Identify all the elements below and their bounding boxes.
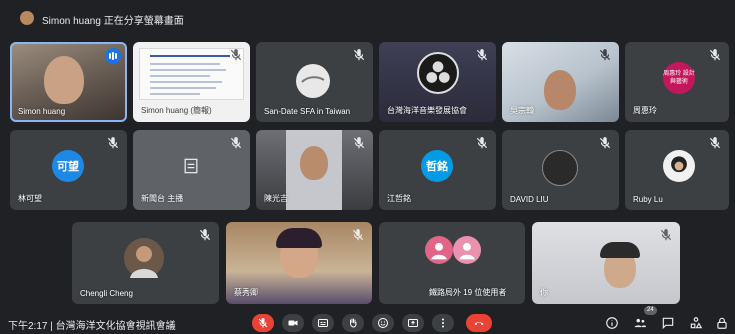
more-options-button[interactable] — [432, 314, 454, 332]
meeting-details-button[interactable] — [604, 315, 620, 331]
participant-name: Ruby Lu — [633, 195, 663, 204]
activities-button[interactable] — [688, 315, 704, 331]
participant-name: 吳宗翰 — [510, 106, 534, 115]
mic-off-icon — [352, 136, 366, 150]
participant-name: 鐵路局外 19 位使用者 — [429, 288, 507, 297]
participant-tile-slide[interactable]: Simon huang (簡報) — [133, 42, 250, 122]
raise-hand-button[interactable] — [342, 314, 364, 332]
end-call-icon — [474, 322, 484, 325]
participant-hair — [600, 242, 640, 258]
leave-call-button[interactable] — [466, 314, 492, 332]
activities-icon — [690, 317, 703, 329]
participant-tile-6[interactable]: 周惠玲 設計與藝術 周惠玲 — [625, 42, 729, 122]
group-avatar-2 — [453, 236, 481, 264]
participants-button[interactable] — [632, 315, 648, 331]
chat-icon — [662, 317, 674, 330]
participant-tile-ruby[interactable]: Ruby Lu — [625, 130, 729, 210]
mic-off-icon — [475, 136, 489, 150]
more-icon — [442, 318, 444, 328]
raise-hand-icon — [350, 318, 357, 328]
participant-tile-9[interactable]: 陳光吉 — [256, 130, 373, 210]
participant-video — [544, 70, 576, 110]
participant-name: 你 — [540, 288, 548, 297]
mic-off-icon — [352, 48, 366, 62]
participants-count-badge: 24 — [644, 306, 657, 315]
participant-name: 周惠玲 — [633, 106, 657, 115]
speaking-indicator-icon — [105, 48, 121, 64]
present-icon — [408, 319, 418, 327]
participant-avatar: 哲銘 — [421, 150, 453, 182]
emoji-icon — [378, 318, 388, 328]
camera-toggle-button[interactable] — [282, 314, 304, 332]
meeting-title: 台灣海洋文化協會視訊會議 — [55, 321, 176, 332]
participant-hair — [276, 228, 322, 248]
obs-logo — [417, 52, 459, 94]
meeting-controls-bar: 下午2:17 | 台灣海洋文化協會視訊會議 24 — [0, 306, 735, 334]
participant-face — [300, 146, 328, 180]
participant-avatar — [179, 154, 203, 178]
mic-off-icon — [229, 48, 243, 62]
present-button[interactable] — [402, 314, 424, 332]
participant-name: Simon huang (簡報) — [141, 106, 212, 115]
host-controls-button[interactable] — [714, 315, 730, 331]
mic-off-icon — [198, 228, 212, 242]
participant-avatar — [663, 150, 695, 182]
captions-button[interactable] — [312, 314, 334, 332]
camera-icon — [288, 320, 298, 326]
mic-off-icon — [351, 228, 365, 242]
mic-off-icon — [659, 228, 673, 242]
participant-name: 陳光吉 — [264, 194, 288, 203]
meeting-time: 下午2:17 — [8, 321, 48, 332]
presenter-bar: Simon huang 正在分享螢幕畫面 — [0, 0, 735, 40]
participant-tile-simon[interactable]: Simon huang — [10, 42, 127, 122]
participant-tile-sfa[interactable]: San-Date SFA in Taiwan — [256, 42, 373, 122]
participant-avatar: 周惠玲 設計與藝術 — [663, 62, 695, 94]
meeting-info: 下午2:17 | 台灣海洋文化協會視訊會議 — [8, 317, 176, 332]
mic-off-icon — [708, 48, 722, 62]
participant-tile-chengli[interactable]: Chengli Cheng — [72, 222, 219, 304]
mic-toggle-button[interactable] — [252, 314, 274, 332]
participant-video — [44, 56, 84, 104]
participant-name: 蔡秀卿 — [234, 288, 258, 297]
mic-off-icon — [475, 48, 489, 62]
chat-button[interactable] — [660, 315, 676, 331]
mic-off-icon — [708, 136, 722, 150]
participant-name: San-Date SFA in Taiwan — [264, 107, 351, 116]
participant-name: 新聞台 主播 — [141, 194, 184, 203]
people-icon — [634, 318, 646, 328]
presenter-avatar — [20, 11, 34, 25]
participant-avatar — [296, 64, 330, 98]
participant-tile-8[interactable]: 新聞台 主播 — [133, 130, 250, 210]
participant-avatar: 可望 — [52, 150, 84, 182]
participant-name: 江哲銘 — [387, 194, 411, 203]
group-avatar-1 — [425, 236, 453, 264]
mic-off-icon — [598, 48, 612, 62]
captions-icon — [318, 319, 328, 327]
mic-off-icon — [229, 136, 243, 150]
participant-name: 林可望 — [18, 194, 42, 203]
participant-name: DAVID LIU — [510, 195, 549, 204]
participant-tile-taiwan-assoc[interactable]: 台灣海洋音樂發展協會 — [379, 42, 496, 122]
participant-tile-5[interactable]: 吳宗翰 — [502, 42, 619, 122]
participant-name: 台灣海洋音樂發展協會 — [387, 106, 467, 115]
participant-tile-self[interactable]: 你 — [532, 222, 680, 304]
mic-off-icon — [598, 136, 612, 150]
participant-tile-group[interactable]: 鐵路局外 19 位使用者 — [379, 222, 525, 304]
participant-avatar — [124, 238, 164, 278]
info-icon — [606, 317, 618, 329]
participant-avatar — [542, 150, 578, 186]
mic-off-icon — [258, 318, 268, 328]
emoji-button[interactable] — [372, 314, 394, 332]
presenter-text: Simon huang 正在分享螢幕畫面 — [42, 16, 184, 27]
participant-tile-david[interactable]: DAVID LIU — [502, 130, 619, 210]
participant-tile-7[interactable]: 可望 林可望 — [10, 130, 127, 210]
mic-off-icon — [106, 136, 120, 150]
participant-name: Chengli Cheng — [80, 289, 133, 298]
participant-tile-10[interactable]: 哲銘 江哲銘 — [379, 130, 496, 210]
participant-name: Simon huang — [18, 107, 66, 116]
participant-tile-14[interactable]: 蔡秀卿 — [226, 222, 372, 304]
lock-icon — [717, 317, 727, 329]
